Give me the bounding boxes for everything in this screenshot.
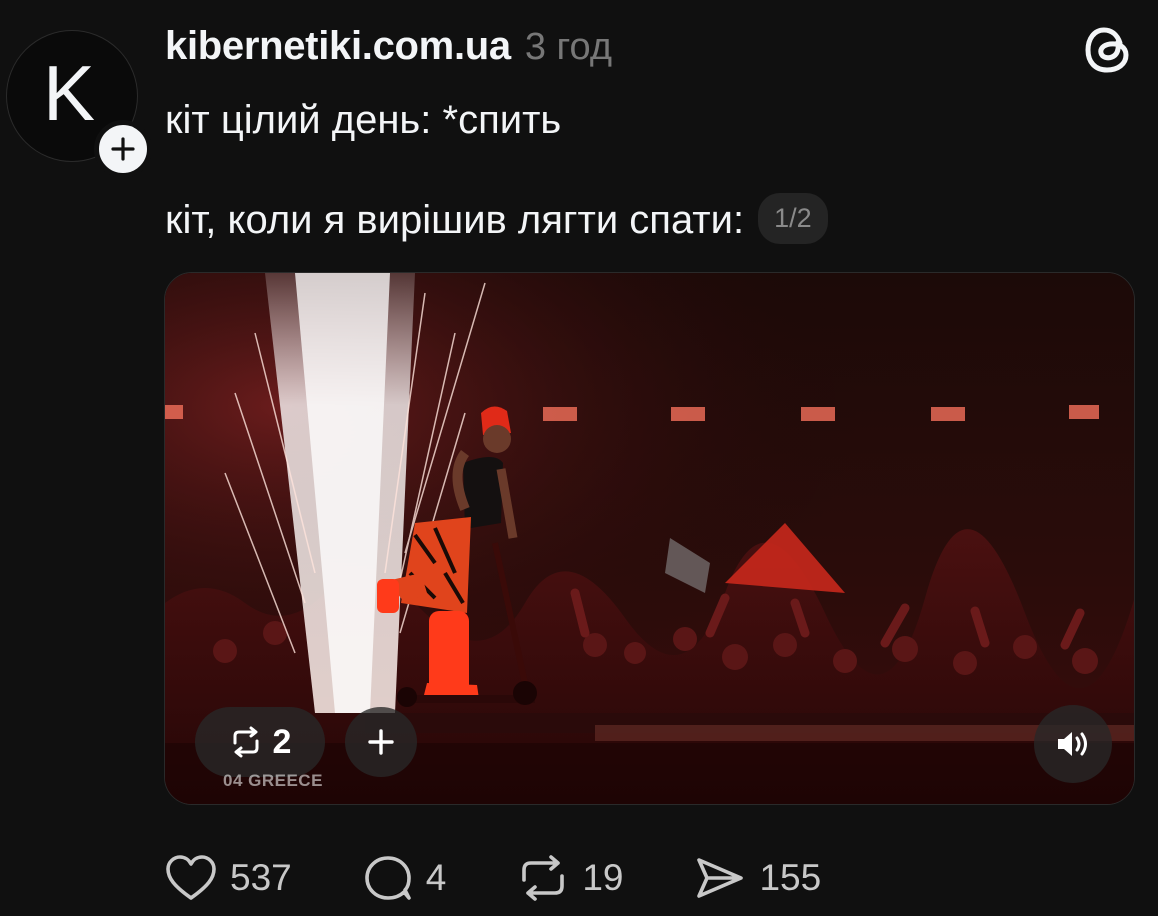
repost-icon xyxy=(522,855,565,901)
repost-button[interactable]: 2 xyxy=(195,707,325,777)
repost-count-total: 19 xyxy=(582,857,624,898)
follow-button[interactable] xyxy=(94,120,152,178)
reply-button[interactable]: 4 xyxy=(362,854,447,902)
post-text-line-1: кіт цілий день: *спить xyxy=(165,98,562,142)
like-button[interactable]: 537 xyxy=(164,854,292,902)
plus-icon xyxy=(368,729,394,755)
comment-icon xyxy=(364,856,411,900)
threads-logo-icon[interactable] xyxy=(1083,22,1135,78)
share-count: 155 xyxy=(759,857,822,898)
post-actions: 537 4 19 155 xyxy=(164,848,891,908)
avatar-letter: K xyxy=(42,49,96,137)
reply-count: 4 xyxy=(425,857,447,898)
video-media[interactable]: 2 04 GREECE xyxy=(164,272,1135,805)
page-indicator-badge: 1/2 xyxy=(758,193,828,244)
thread-post: K kibernetiki.com.ua 3 год кіт цілий ден… xyxy=(0,0,1158,916)
like-count: 537 xyxy=(230,857,292,898)
heart-icon xyxy=(166,855,216,900)
add-button[interactable] xyxy=(345,707,417,777)
post-header: kibernetiki.com.ua 3 год xyxy=(165,24,612,74)
share-button[interactable]: 155 xyxy=(693,854,821,902)
plus-icon xyxy=(111,137,135,161)
volume-icon xyxy=(1058,732,1087,756)
post-text-line-2-text: кіт, коли я вирішив лягти спати: xyxy=(165,198,745,243)
repost-icon xyxy=(233,726,259,758)
username-link[interactable]: kibernetiki.com.ua xyxy=(165,24,511,69)
volume-button[interactable] xyxy=(1034,705,1112,783)
video-caption: 04 GREECE xyxy=(223,771,323,790)
post-text-line-2: кіт, коли я вирішив лягти спати: 1/2 xyxy=(165,193,828,248)
repost-action-button[interactable]: 19 xyxy=(516,854,623,902)
avatar-container[interactable]: K xyxy=(6,30,152,178)
repost-count: 2 xyxy=(272,722,292,761)
send-icon xyxy=(697,858,744,898)
timestamp: 3 год xyxy=(524,26,613,68)
